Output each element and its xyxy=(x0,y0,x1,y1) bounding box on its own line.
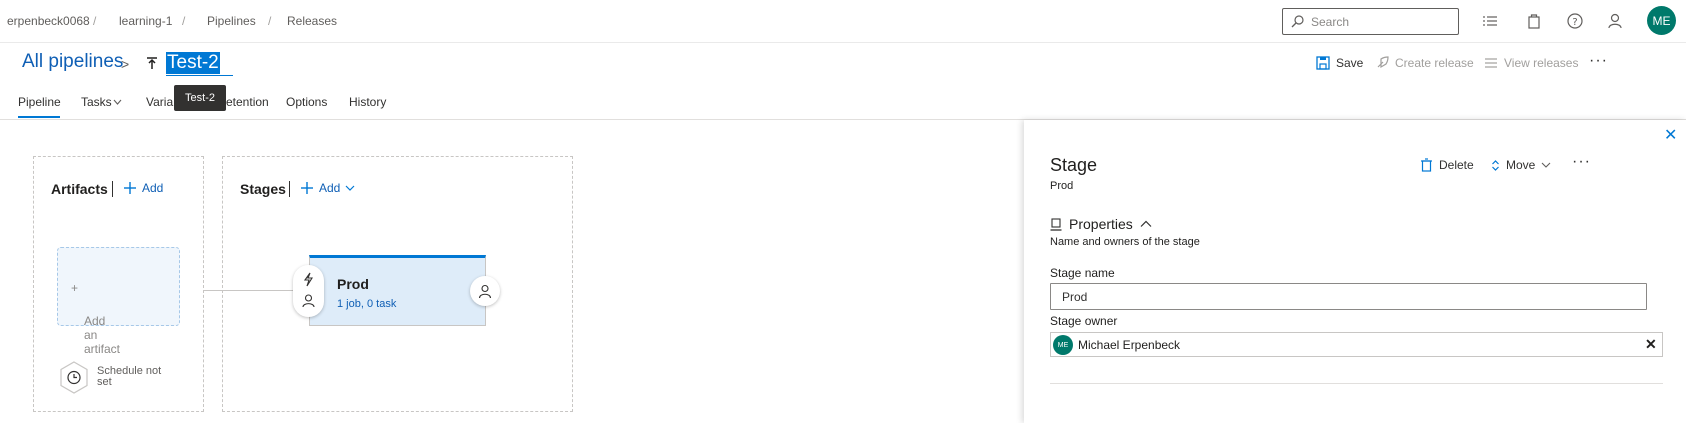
tab-history[interactable]: History xyxy=(349,95,386,109)
stage-name: Prod xyxy=(337,276,369,292)
create-release-button[interactable]: Create release xyxy=(1375,56,1474,70)
schedule-status-line2: set xyxy=(97,376,112,388)
remove-owner-icon[interactable]: ✕ xyxy=(1645,336,1657,353)
section-separator xyxy=(112,181,113,197)
tab-retention[interactable]: etention xyxy=(226,95,269,109)
schedule-icon[interactable] xyxy=(59,361,89,394)
tab-options[interactable]: Options xyxy=(286,95,327,109)
tab-pipeline[interactable]: Pipeline xyxy=(18,95,61,109)
release-pipeline-icon xyxy=(147,57,157,69)
svg-text:?: ? xyxy=(1572,17,1577,28)
active-tab-indicator xyxy=(18,116,60,118)
add-artifact-label: + Add an artifact xyxy=(71,281,121,356)
add-artifact-text: Add an artifact xyxy=(84,314,121,356)
close-panel-icon[interactable]: ✕ xyxy=(1664,125,1677,145)
owner-avatar: ME xyxy=(1053,335,1073,355)
breadcrumb-releases[interactable]: Releases xyxy=(287,14,337,28)
plus-icon xyxy=(301,182,313,194)
panel-title: Stage xyxy=(1050,155,1098,175)
stage-card-prod[interactable]: Prod 1 job, 0 task xyxy=(309,255,486,326)
approver-person-icon xyxy=(478,284,492,299)
chevron-down-icon xyxy=(113,99,122,105)
marketplace-bag-icon[interactable] xyxy=(1525,12,1543,30)
pre-deployment-conditions[interactable] xyxy=(293,265,324,317)
stage-jobs-link[interactable]: 1 job, 0 task xyxy=(337,298,396,310)
pipeline-name-tooltip: Test-2 xyxy=(174,85,226,111)
list-icon[interactable] xyxy=(1481,12,1499,30)
properties-label: Properties xyxy=(1069,216,1133,232)
add-artifact-link-label: Add xyxy=(142,181,164,195)
owner-name: Michael Erpenbeck xyxy=(1078,338,1181,352)
tab-variables[interactable]: Varia xyxy=(146,95,173,109)
more-actions-button[interactable]: ··· xyxy=(1589,52,1608,70)
chevron-up-icon xyxy=(1140,220,1152,227)
add-artifact-box[interactable]: + Add an artifact xyxy=(57,247,180,356)
panel-divider xyxy=(1050,383,1663,384)
stage-name-label: Stage name xyxy=(1050,266,1115,280)
search-icon xyxy=(1291,15,1304,28)
plus-icon xyxy=(124,182,136,194)
move-stage-label: Move xyxy=(1506,158,1536,172)
breadcrumb-separator: / xyxy=(268,14,272,28)
breadcrumb-project[interactable]: learning-1 xyxy=(119,14,172,28)
save-label: Save xyxy=(1336,56,1364,70)
section-separator xyxy=(289,181,290,197)
create-release-label: Create release xyxy=(1395,56,1474,70)
properties-section-header[interactable]: Properties xyxy=(1050,216,1152,232)
list-icon xyxy=(1485,58,1497,68)
stage-owner-field[interactable]: ME Michael Erpenbeck ✕ xyxy=(1050,332,1663,357)
user-avatar[interactable]: ME xyxy=(1647,6,1676,35)
panel-subtitle: Prod xyxy=(1050,180,1074,192)
pipeline-name-input[interactable]: Test-2 xyxy=(166,52,233,76)
move-stage-button[interactable]: Move xyxy=(1491,158,1551,172)
properties-description: Name and owners of the stage xyxy=(1050,236,1200,248)
save-button[interactable]: Save xyxy=(1316,56,1363,70)
lightning-icon xyxy=(303,272,313,287)
breadcrumb-pipelines[interactable]: Pipelines xyxy=(207,14,256,28)
delete-stage-button[interactable]: Delete xyxy=(1420,158,1474,172)
rocket-icon xyxy=(1377,56,1389,69)
pipeline-name-selected-text: Test-2 xyxy=(166,52,220,74)
stage-name-input[interactable]: Prod xyxy=(1050,283,1647,310)
add-stage-link[interactable]: Add xyxy=(300,181,355,195)
breadcrumb-separator: / xyxy=(93,14,97,28)
top-bar: erpenbeck0068 / learning-1 / Pipelines /… xyxy=(0,0,1686,43)
artifact-stage-connector xyxy=(204,290,294,291)
panel-more-button[interactable]: ··· xyxy=(1572,153,1591,171)
stage-owner-label: Stage owner xyxy=(1050,314,1118,328)
breadcrumb-org[interactable]: erpenbeck0068 xyxy=(7,14,90,28)
search-placeholder: Search xyxy=(1311,15,1350,29)
chevron-right-icon: > xyxy=(121,56,130,72)
post-deployment-conditions[interactable] xyxy=(470,276,500,306)
chevron-down-icon xyxy=(1541,162,1551,168)
schedule-status-text[interactable]: Schedule not set xyxy=(97,366,161,388)
view-releases-button[interactable]: View releases xyxy=(1484,56,1578,70)
artifacts-title: Artifacts xyxy=(51,181,108,197)
save-icon xyxy=(1316,56,1330,70)
view-releases-label: View releases xyxy=(1504,56,1579,70)
search-box[interactable]: Search xyxy=(1282,8,1459,35)
approver-person-icon xyxy=(302,294,315,308)
tab-tasks[interactable]: Tasks xyxy=(81,95,112,109)
delete-stage-label: Delete xyxy=(1439,158,1474,172)
all-pipelines-link[interactable]: All pipelines xyxy=(22,51,123,73)
properties-icon xyxy=(1050,217,1062,231)
add-artifact-link[interactable]: Add xyxy=(123,181,163,195)
user-settings-icon[interactable] xyxy=(1607,12,1625,30)
breadcrumb-separator: / xyxy=(182,14,186,28)
trash-icon xyxy=(1421,158,1432,172)
help-icon[interactable]: ? xyxy=(1566,12,1584,30)
move-updown-icon xyxy=(1492,159,1499,171)
chevron-down-icon xyxy=(345,185,355,191)
add-stage-link-label: Add xyxy=(319,181,341,195)
stages-title: Stages xyxy=(240,181,286,197)
